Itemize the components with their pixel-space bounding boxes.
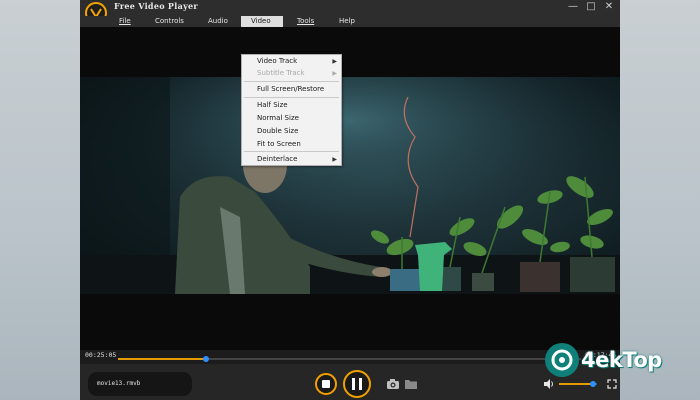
submenu-arrow-icon: ▶ xyxy=(332,58,337,65)
pause-button[interactable] xyxy=(343,370,371,398)
video-display[interactable]: Video Track ▶ Subtitle Track ▶ Full Scre… xyxy=(80,27,620,350)
watermark-logo: 4ekTop xyxy=(545,343,685,379)
fullscreen-icon[interactable] xyxy=(607,379,617,389)
seek-bar: 00:25:05 02:17:45 xyxy=(80,350,620,364)
camera-icon[interactable] xyxy=(386,378,400,390)
menu-separator xyxy=(244,81,339,82)
menu-item-label: Full Screen/Restore xyxy=(257,85,325,93)
menu-item-fit-to-screen[interactable]: Fit to Screen xyxy=(242,139,341,150)
menu-separator xyxy=(244,97,339,98)
menu-item-label: Double Size xyxy=(257,127,299,135)
close-button[interactable]: ✕ xyxy=(602,0,616,14)
speaker-icon[interactable] xyxy=(543,378,555,390)
volume-fill xyxy=(559,383,594,385)
submenu-arrow-icon: ▶ xyxy=(332,70,337,77)
menu-item-label: Normal Size xyxy=(257,114,299,122)
volume-slider[interactable] xyxy=(559,381,597,387)
menu-help[interactable]: Help xyxy=(336,16,358,27)
watermark-text: 4ekTop xyxy=(581,348,662,372)
video-frame xyxy=(80,77,620,294)
player-window: Free Video Player — □ ✕ File Controls Au… xyxy=(80,0,620,400)
menu-controls[interactable]: Controls xyxy=(152,16,187,27)
volume-handle[interactable] xyxy=(590,381,597,387)
pause-icon xyxy=(352,378,362,390)
title-bar: Free Video Player — □ ✕ xyxy=(80,0,620,24)
menu-item-video-track[interactable]: Video Track ▶ xyxy=(242,56,341,67)
menu-separator xyxy=(244,151,339,152)
elapsed-time: 00:25:05 xyxy=(85,351,117,359)
menu-item-normal-size[interactable]: Normal Size xyxy=(242,113,341,124)
seek-slider[interactable] xyxy=(118,356,581,362)
minimize-button[interactable]: — xyxy=(566,0,580,14)
menu-item-deinterlace[interactable]: Deinterlace ▶ xyxy=(242,154,341,165)
menu-item-label: Fit to Screen xyxy=(257,140,301,148)
menu-video[interactable]: Video xyxy=(241,16,283,27)
control-bar: movie13.rmvb xyxy=(80,364,620,400)
menu-item-label: Half Size xyxy=(257,101,288,109)
menu-file[interactable]: File xyxy=(116,16,134,27)
menu-item-subtitle-track: Subtitle Track ▶ xyxy=(242,68,341,79)
menu-item-half-size[interactable]: Half Size xyxy=(242,100,341,111)
menu-item-label: Subtitle Track xyxy=(257,69,305,77)
stop-button[interactable] xyxy=(315,373,337,395)
stop-icon xyxy=(322,380,330,388)
menu-item-full-screen[interactable]: Full Screen/Restore xyxy=(242,84,341,95)
menu-bar: File Controls Audio Video Tools Help xyxy=(80,16,620,27)
seek-handle[interactable] xyxy=(202,356,209,362)
watermark-circle-icon xyxy=(545,343,579,377)
filename-display: movie13.rmvb xyxy=(88,372,192,396)
menu-item-label: Deinterlace xyxy=(257,155,298,163)
app-title: Free Video Player xyxy=(114,1,198,11)
filename-text: movie13.rmvb xyxy=(97,380,141,387)
seek-progress-fill xyxy=(118,358,206,360)
video-menu-dropdown: Video Track ▶ Subtitle Track ▶ Full Scre… xyxy=(241,54,342,166)
menu-item-double-size[interactable]: Double Size xyxy=(242,126,341,137)
menu-audio[interactable]: Audio xyxy=(205,16,231,27)
submenu-arrow-icon: ▶ xyxy=(332,156,337,163)
video-scene-image xyxy=(80,77,620,294)
maximize-button[interactable]: □ xyxy=(584,0,598,14)
folder-icon[interactable] xyxy=(404,378,418,390)
menu-tools[interactable]: Tools xyxy=(294,16,317,27)
menu-item-label: Video Track xyxy=(257,57,298,65)
